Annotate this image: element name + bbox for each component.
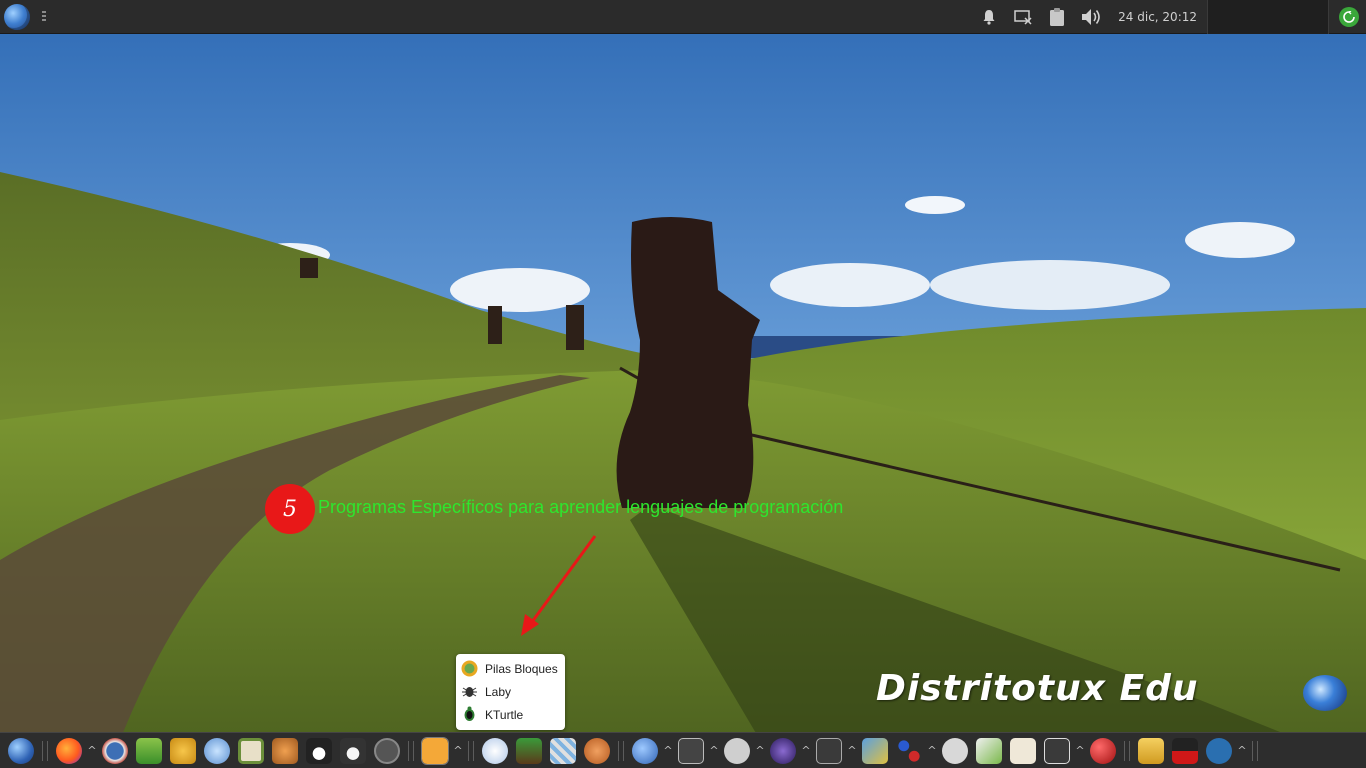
kturtle-icon <box>464 706 475 721</box>
popup-item-label: Pilas Bloques <box>485 661 558 676</box>
group-caret[interactable]: ^ <box>662 744 674 757</box>
horse-icon[interactable] <box>584 737 610 764</box>
group-caret[interactable]: ^ <box>708 744 720 757</box>
taskbar-separator <box>468 740 474 761</box>
logout-icon[interactable] <box>1339 7 1359 27</box>
molecule-icon[interactable] <box>896 737 922 764</box>
stellarium-icon[interactable] <box>770 737 796 764</box>
app-menu-globe-icon[interactable] <box>4 3 30 30</box>
kde-edu-icon[interactable] <box>102 737 128 764</box>
gcompris-icon[interactable] <box>136 737 162 764</box>
red-ball-icon[interactable] <box>1090 737 1116 764</box>
abc-penguin-icon[interactable] <box>340 737 366 764</box>
popup-item-pilas-bloques[interactable]: Pilas Bloques <box>456 657 565 680</box>
geogebra-icon[interactable] <box>976 737 1002 764</box>
panel-applet-area <box>1207 0 1329 34</box>
speech-icon[interactable] <box>678 737 704 764</box>
tux-typing-icon[interactable] <box>272 737 298 764</box>
popup-item-label: KTurtle <box>485 707 524 722</box>
group-caret[interactable]: ^ <box>800 744 812 757</box>
panel-handle[interactable] <box>42 10 46 23</box>
group-caret[interactable]: ^ <box>1074 744 1086 757</box>
brand-watermark: Distritotux Edu <box>876 668 1199 709</box>
globe-icon[interactable] <box>8 737 34 764</box>
volume-icon[interactable] <box>1080 6 1102 28</box>
puzzle-icon[interactable] <box>550 737 576 764</box>
launcher-group-popup: Pilas Bloques Laby KTurtle <box>456 654 565 730</box>
blue-circle-icon[interactable] <box>374 737 400 764</box>
clock[interactable]: 24 dic, 20:12 <box>1118 10 1197 24</box>
firefox-icon[interactable] <box>56 737 82 764</box>
scratch-icon[interactable] <box>421 736 449 765</box>
taskbar-separator <box>1252 740 1258 761</box>
group-caret[interactable]: ^ <box>926 744 938 757</box>
group-caret[interactable]: ^ <box>754 744 766 757</box>
graph-icon[interactable] <box>1010 737 1036 764</box>
taskbar-separator <box>408 740 414 761</box>
popup-item-laby[interactable]: Laby <box>456 680 565 703</box>
musescore-icon[interactable] <box>1206 737 1232 764</box>
group-caret[interactable]: ^ <box>846 744 858 757</box>
hand-icon[interactable] <box>170 737 196 764</box>
brand-globe-icon <box>1303 675 1347 711</box>
group-caret[interactable]: ^ <box>1236 744 1248 757</box>
sigma-icon[interactable] <box>942 737 968 764</box>
display-icon[interactable] <box>1012 6 1034 28</box>
taskbar-separator <box>1124 740 1130 761</box>
top-panel: 24 dic, 20:12 <box>0 0 1366 34</box>
laby-ant-icon <box>462 687 477 697</box>
group-caret[interactable]: ^ <box>452 744 464 757</box>
presentation-icon[interactable] <box>516 737 542 764</box>
omnitux-icon[interactable] <box>204 737 230 764</box>
group-caret[interactable]: ^ <box>86 744 98 757</box>
penguin-icon[interactable] <box>306 737 332 764</box>
desktop-wallpaper <box>0 0 1366 768</box>
font-icon[interactable] <box>482 737 508 764</box>
dr-geo-icon[interactable] <box>1044 737 1070 764</box>
folder-icon[interactable] <box>1138 737 1164 764</box>
math-icon[interactable] <box>816 737 842 764</box>
annotation-caption: Programas Específicos para aprender leng… <box>318 497 844 517</box>
pilas-bloques-icon <box>461 660 478 677</box>
bell-icon[interactable] <box>978 6 1000 28</box>
gtick-icon[interactable] <box>1172 737 1198 764</box>
red-arrow-icon <box>521 535 597 636</box>
popup-item-label: Laby <box>485 684 512 699</box>
bottom-taskbar: ^ ^ ^ ^ ^ ^ ^ ^ ^ ^ <box>0 732 1366 768</box>
popup-item-kturtle[interactable]: KTurtle <box>456 703 565 726</box>
marble-globe-icon[interactable] <box>632 737 658 764</box>
tux-paint-board-icon[interactable] <box>238 737 264 764</box>
taskbar-separator <box>618 740 624 761</box>
clipboard-icon[interactable] <box>1046 6 1068 28</box>
taskbar-separator <box>42 740 48 761</box>
step-number-badge: 5 <box>265 484 315 534</box>
circle-icon[interactable] <box>724 737 750 764</box>
image-icon[interactable] <box>862 737 888 764</box>
